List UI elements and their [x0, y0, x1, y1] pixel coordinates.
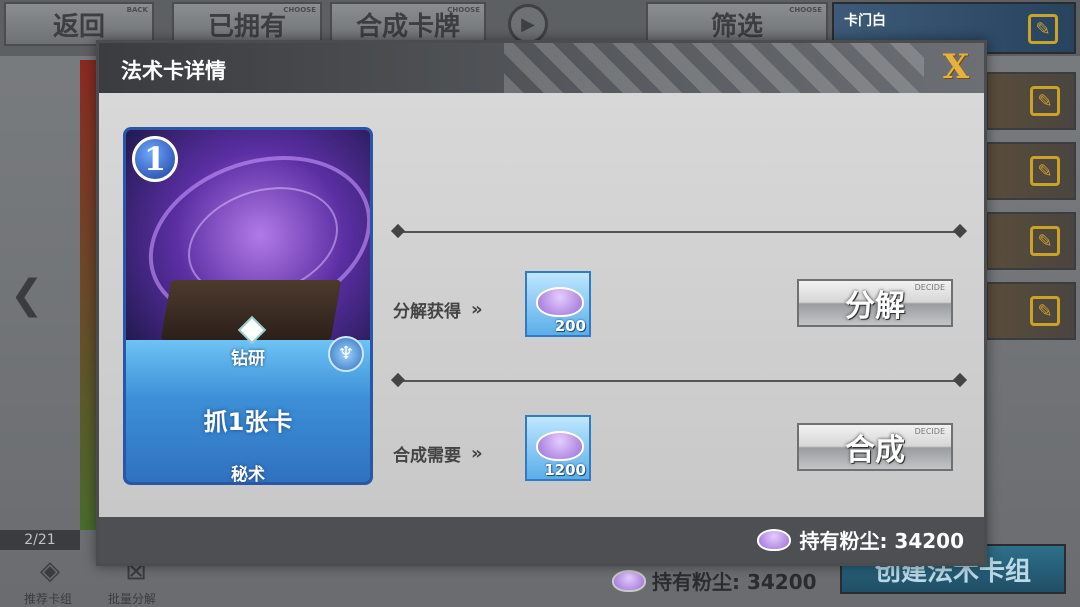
craft-dust-cost: 1200: [525, 415, 591, 481]
craft-amount: 1200: [544, 461, 586, 479]
edit-icon[interactable]: ✎: [1030, 86, 1060, 116]
craft-row-label: 合成需要 »: [393, 441, 482, 466]
edit-icon[interactable]: ✎: [1028, 14, 1058, 44]
close-icon[interactable]: X: [938, 49, 974, 85]
divider: [399, 231, 959, 233]
deck-list: ✎ ✎ ✎ ✎: [986, 60, 1080, 530]
dust-icon: [536, 431, 584, 461]
deck-row[interactable]: ✎: [986, 72, 1076, 130]
owned-sublabel: CHOOSE: [283, 6, 316, 14]
deck-row[interactable]: ✎: [986, 142, 1076, 200]
craft-button-label: 合成: [845, 433, 905, 468]
disenchant-button-label: 分解: [845, 289, 905, 324]
dust-owned-label: 持有粉尘: 34200: [799, 529, 964, 553]
mana-cost-badge: 1: [132, 136, 178, 182]
craft-cards-sublabel: CHOOSE: [447, 6, 480, 14]
back-sublabel: BACK: [126, 6, 148, 14]
spell-card-detail-dialog: 法术卡详情 X 1 钻研 ♆ 抓1张卡 秘术 分解获得 » 200 分解 DEC…: [96, 40, 987, 566]
disenchant-row-label: 分解获得 »: [393, 297, 482, 322]
deck-title: 卡门白: [844, 13, 886, 29]
dust-icon: [757, 528, 792, 551]
filter-sublabel: CHOOSE: [789, 6, 822, 14]
deck-row[interactable]: ✎: [986, 282, 1076, 340]
page-counter: 2/21: [0, 530, 80, 550]
disenchant-label: 分解获得: [393, 302, 461, 322]
owned-label: 已拥有: [207, 11, 286, 42]
filter-label: 筛选: [710, 11, 763, 42]
craft-label: 合成需要: [393, 446, 461, 466]
chevron-right-icon: »: [471, 299, 482, 320]
prev-page-icon[interactable]: ❮: [10, 272, 44, 318]
disenchant-dust-reward: 200: [525, 271, 591, 337]
chevron-right-icon: »: [471, 443, 482, 464]
disenchant-button[interactable]: 分解 DECIDE: [797, 279, 953, 327]
dialog-footer: 持有粉尘: 34200: [99, 517, 984, 563]
craft-button[interactable]: 合成 DECIDE: [797, 423, 953, 471]
dust-owned-background: 持有粉尘: 34200: [612, 566, 817, 595]
dust-icon: [536, 287, 584, 317]
header-pattern: [504, 43, 924, 93]
spell-card: 1 钻研 ♆ 抓1张卡 秘术: [123, 127, 373, 485]
card-class: 秘术: [231, 465, 265, 485]
dust-owned-background-label: 持有粉尘: 34200: [652, 570, 817, 594]
batch-disenchant-label[interactable]: 批量分解: [108, 590, 156, 607]
recommend-deck-label[interactable]: 推荐卡组: [24, 590, 72, 607]
dust-owned: 持有粉尘: 34200: [757, 525, 964, 554]
disenchant-button-sublabel: DECIDE: [914, 283, 945, 292]
craft-button-sublabel: DECIDE: [914, 427, 945, 436]
edit-icon[interactable]: ✎: [1030, 296, 1060, 326]
edit-icon[interactable]: ✎: [1030, 156, 1060, 186]
card-effect: 抓1张卡: [203, 408, 293, 436]
play-icon[interactable]: ▶: [508, 4, 548, 44]
dialog-header: 法术卡详情 X: [99, 43, 984, 93]
recommend-deck-icon[interactable]: ◈: [30, 556, 70, 586]
edit-icon[interactable]: ✎: [1030, 226, 1060, 256]
back-label: 返回: [52, 11, 105, 42]
dialog-title: 法术卡详情: [121, 59, 226, 83]
deck-row[interactable]: ✎: [986, 212, 1076, 270]
disenchant-amount: 200: [554, 317, 586, 335]
craft-cards-label: 合成卡牌: [355, 11, 460, 42]
dust-icon: [612, 569, 646, 592]
trident-emblem-icon: ♆: [328, 336, 364, 372]
divider: [399, 380, 959, 382]
